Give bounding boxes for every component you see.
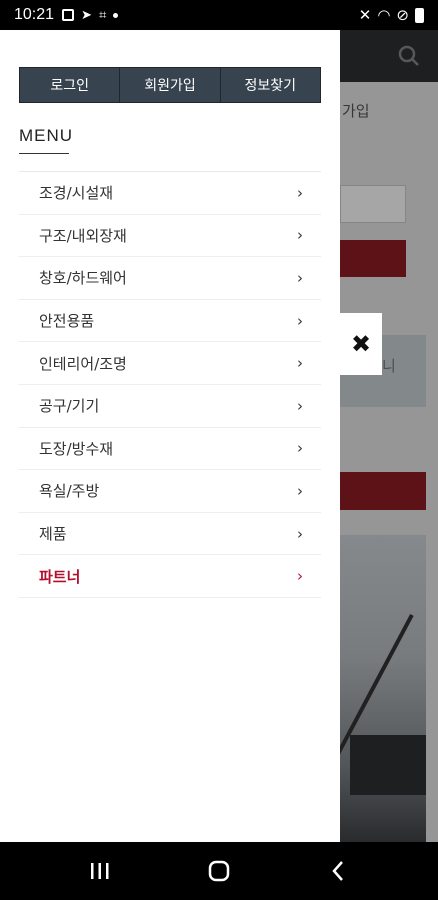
chevron-right-icon: › — [297, 524, 303, 543]
screenshot-icon: ⌗ — [98, 7, 107, 23]
notification-icons: ➤ ⌗ — [62, 7, 119, 23]
menu-item-label: 안전용품 — [39, 312, 95, 331]
menu-item-structure[interactable]: 구조/내외장재 › — [19, 215, 321, 258]
menu-item-label: 구조/내외장재 — [39, 226, 127, 245]
chevron-right-icon: › — [297, 183, 303, 202]
menu-item-partner[interactable]: 파트너 › — [19, 555, 321, 598]
clock: 10:21 — [14, 6, 55, 23]
close-menu-button[interactable]: ✖ — [340, 313, 382, 375]
menu-item-label: 창호/하드웨어 — [39, 269, 127, 288]
back-button[interactable] — [318, 856, 358, 886]
home-button[interactable] — [199, 856, 239, 886]
close-icon: ✖ — [350, 330, 372, 358]
more-dot-icon — [113, 12, 119, 18]
find-account-button[interactable]: 정보찾기 — [221, 68, 320, 102]
menu-item-bath-kitchen[interactable]: 욕실/주방 › — [19, 470, 321, 513]
wifi-icon: ◠ — [377, 6, 391, 24]
menu-item-safety[interactable]: 안전용품 › — [19, 300, 321, 343]
dnd-icon: ⊘ — [396, 6, 409, 24]
menu-item-label: 조경/시설재 — [39, 184, 114, 203]
status-bar: 10:21 ➤ ⌗ ✕ ◠ ⊘ — [0, 0, 438, 30]
menu-item-products[interactable]: 제품 › — [19, 513, 321, 556]
menu-item-label: 도장/방수재 — [39, 439, 114, 458]
recent-apps-button[interactable] — [80, 856, 120, 886]
menu-item-tools[interactable]: 공구/기기 › — [19, 385, 321, 428]
menu-item-label: 공구/기기 — [39, 397, 100, 416]
menu-list: 조경/시설재 › 구조/내외장재 › 창호/하드웨어 › 안전용품 › 인테리어… — [19, 171, 321, 598]
recent-apps-icon — [90, 863, 109, 879]
back-icon — [332, 861, 344, 881]
auth-button-bar: 로그인 회원가입 정보찾기 — [19, 67, 321, 103]
telegram-icon: ➤ — [81, 7, 92, 23]
chevron-right-icon: › — [297, 268, 303, 287]
menu-item-label: 인테리어/조명 — [39, 354, 127, 373]
menu-title-underline — [19, 153, 69, 154]
chevron-right-icon: › — [297, 439, 303, 458]
system-icons: ✕ ◠ ⊘ — [359, 6, 424, 24]
menu-item-windows-hardware[interactable]: 창호/하드웨어 › — [19, 257, 321, 300]
battery-icon — [415, 7, 424, 23]
menu-item-label: 제품 — [39, 525, 67, 544]
chevron-right-icon: › — [297, 567, 303, 586]
side-menu-drawer: 로그인 회원가입 정보찾기 MENU 조경/시설재 › 구조/내외장재 › 창호… — [0, 30, 340, 842]
chevron-right-icon: › — [297, 354, 303, 373]
chevron-right-icon: › — [297, 481, 303, 500]
chevron-right-icon: › — [297, 396, 303, 415]
home-icon — [208, 860, 230, 882]
menu-title: MENU — [19, 126, 74, 145]
login-button[interactable]: 로그인 — [20, 68, 121, 102]
chevron-right-icon: › — [297, 311, 303, 330]
mute-icon: ✕ — [358, 6, 372, 24]
signup-button[interactable]: 회원가입 — [120, 68, 221, 102]
gallery-icon — [62, 9, 75, 21]
menu-item-label: 파트너 — [39, 567, 81, 586]
chevron-right-icon: › — [297, 226, 303, 245]
android-navigation-bar — [0, 842, 438, 900]
menu-item-landscape[interactable]: 조경/시설재 › — [19, 172, 321, 215]
menu-item-paint-waterproof[interactable]: 도장/방수재 › — [19, 428, 321, 471]
menu-item-interior-lighting[interactable]: 인테리어/조명 › — [19, 342, 321, 385]
menu-item-label: 욕실/주방 — [39, 482, 100, 501]
